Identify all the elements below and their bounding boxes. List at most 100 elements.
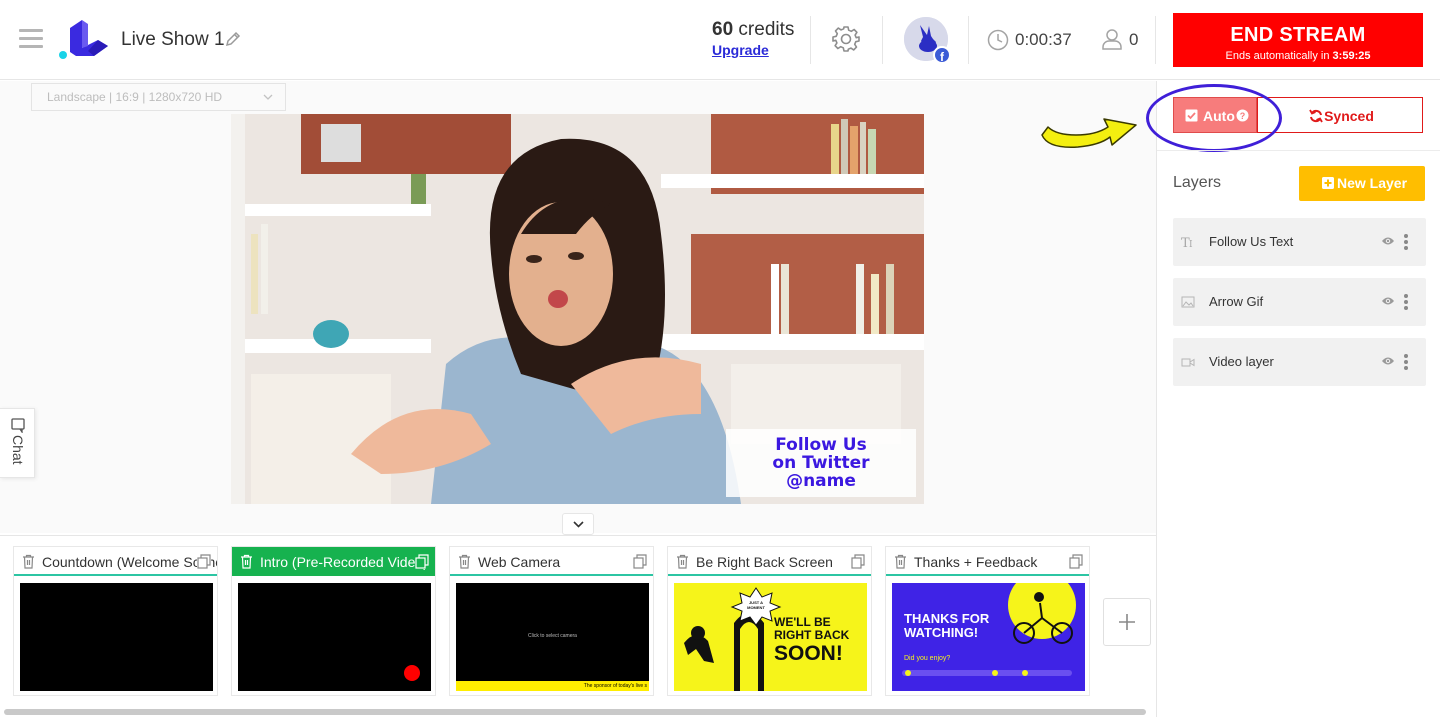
avatar[interactable]: f [904, 17, 951, 64]
follow-us-overlay[interactable]: Follow Us on Twitter @name [726, 429, 916, 497]
scene-header[interactable]: Intro (Pre-Recorded Video) [232, 547, 435, 576]
copy-icon[interactable] [633, 554, 647, 569]
layers-title: Layers [1173, 174, 1222, 191]
scene-name: Be Right Back Screen [696, 554, 833, 570]
scene-thumbnail[interactable] [238, 583, 431, 691]
user-icon [1102, 29, 1122, 50]
video-icon [1181, 358, 1195, 367]
brb-line-2: RIGHT BACK [774, 628, 850, 642]
horizontal-scrollbar[interactable] [4, 709, 1146, 715]
overlay-line-3: @name [786, 471, 856, 491]
logo[interactable] [58, 18, 110, 62]
arrow-gif[interactable] [1038, 113, 1138, 159]
eye-icon[interactable] [1381, 296, 1395, 306]
synced-label: Synced [1324, 108, 1374, 124]
more-icon[interactable] [1403, 293, 1409, 311]
copy-icon[interactable] [415, 554, 429, 569]
image-icon [1181, 296, 1195, 308]
layer-name: Video layer [1209, 354, 1274, 369]
divider [882, 16, 883, 64]
copy-icon[interactable] [851, 554, 865, 569]
more-icon[interactable] [1403, 353, 1409, 371]
scene-header[interactable]: Thanks + Feedback [886, 547, 1089, 576]
pencil-icon[interactable] [224, 30, 242, 48]
scene-card[interactable]: Countdown (Welcome Scene) [13, 546, 218, 696]
facebook-badge: f [933, 46, 951, 64]
divider [810, 16, 811, 64]
eye-icon[interactable] [1381, 356, 1395, 366]
upgrade-link[interactable]: Upgrade [712, 42, 769, 58]
plus-square-icon [1322, 177, 1334, 189]
trash-icon[interactable] [240, 554, 253, 569]
menu-icon[interactable] [19, 29, 43, 49]
credits-label: credits [738, 19, 795, 40]
scene-thumbnail[interactable]: Click to select camera The sponsor of to… [456, 583, 649, 691]
resolution-select[interactable]: Landscape | 16:9 | 1280x720 HD [31, 83, 286, 111]
scene-card[interactable]: Intro (Pre-Recorded Video) [231, 546, 436, 696]
chat-label: Chat [10, 435, 26, 465]
scene-name: Intro (Pre-Recorded Video) [260, 554, 428, 570]
credits-value: 60 [712, 19, 734, 40]
scene-header[interactable]: Countdown (Welcome Scene) [14, 547, 217, 576]
layer-name: Arrow Gif [1209, 294, 1264, 309]
scene-thumbnail[interactable]: JUST A MOMENT WE'LL BE RIGHT BACK SOON! [674, 583, 867, 691]
divider [1157, 150, 1440, 151]
layer-name: Follow Us Text [1209, 234, 1294, 249]
divider [1155, 16, 1156, 64]
layer-item[interactable]: Arrow Gif [1173, 278, 1426, 326]
overlay-line-1: Follow Us [775, 435, 867, 455]
end-stream-countdown: Ends automatically in 3:59:25 [1173, 50, 1423, 62]
trash-icon[interactable] [894, 554, 907, 569]
trash-icon[interactable] [22, 554, 35, 569]
chevron-down-icon [573, 521, 584, 528]
gear-icon[interactable] [831, 24, 861, 54]
plus-icon [1119, 614, 1135, 630]
more-icon[interactable] [1403, 233, 1409, 251]
scene-thumbnail[interactable]: THANKS FOR WATCHING! Did you enjoy? [892, 583, 1085, 691]
eye-icon[interactable] [1381, 236, 1395, 246]
highlight-ellipse [1146, 84, 1282, 152]
camera-hint: Click to select camera [528, 633, 577, 639]
resolution-value: Landscape | 16:9 | 1280x720 HD [47, 90, 223, 104]
scene-header[interactable]: Web Camera [450, 547, 653, 576]
chat-tab[interactable]: Chat [0, 408, 35, 478]
scene-name: Thanks + Feedback [914, 554, 1038, 570]
thanks-question: Did you enjoy? [904, 655, 951, 662]
live-dot [404, 665, 420, 681]
scene-card[interactable]: Be Right Back Screen JUST A MOMENT WE'LL… [667, 546, 872, 696]
end-stream-remaining: 3:59:25 [1332, 50, 1371, 62]
synced-button[interactable]: Synced [1257, 97, 1423, 133]
credits-display: 60 credits [712, 19, 794, 41]
stream-canvas[interactable]: Follow Us on Twitter @name [231, 114, 924, 504]
clock-icon [987, 29, 1009, 51]
viewer-count: 0 [1129, 30, 1139, 49]
stream-timer: 0:00:37 [1015, 30, 1072, 49]
brb-line-3: SOON! [774, 642, 843, 665]
collapse-scenes-button[interactable] [562, 513, 594, 535]
layer-item[interactable]: TI Follow Us Text [1173, 218, 1426, 266]
scene-card[interactable]: Web Camera Click to select camera The sp… [449, 546, 654, 696]
add-scene-button[interactable] [1103, 598, 1151, 646]
end-stream-button[interactable]: END STREAM Ends automatically in 3:59:25 [1173, 13, 1423, 67]
scene-name: Countdown (Welcome Scene) [42, 554, 217, 570]
copy-icon[interactable] [197, 554, 211, 569]
brb-line-1: WE'LL BE [774, 615, 831, 629]
scene-name: Web Camera [478, 554, 561, 570]
trash-icon[interactable] [676, 554, 689, 569]
overlay-line-2: on Twitter [772, 453, 870, 473]
svg-text:I: I [1189, 240, 1193, 249]
ticker: The sponsor of today's live s [456, 681, 649, 691]
scene-thumbnail[interactable] [20, 583, 213, 691]
thanks-line-2: WATCHING! [904, 625, 979, 640]
copy-icon[interactable] [1069, 554, 1083, 569]
new-layer-button[interactable]: New Layer [1299, 166, 1425, 201]
sync-icon [1309, 109, 1323, 123]
new-layer-label: New Layer [1337, 175, 1408, 191]
scene-header[interactable]: Be Right Back Screen [668, 547, 871, 576]
layer-item[interactable]: Video layer [1173, 338, 1426, 386]
scene-card[interactable]: Thanks + Feedback THANKS FOR WATCHING! D… [885, 546, 1090, 696]
trash-icon[interactable] [458, 554, 471, 569]
end-stream-sub: Ends automatically in [1225, 50, 1330, 62]
show-title: Live Show 1 [121, 29, 225, 50]
end-stream-label: END STREAM [1230, 24, 1366, 46]
